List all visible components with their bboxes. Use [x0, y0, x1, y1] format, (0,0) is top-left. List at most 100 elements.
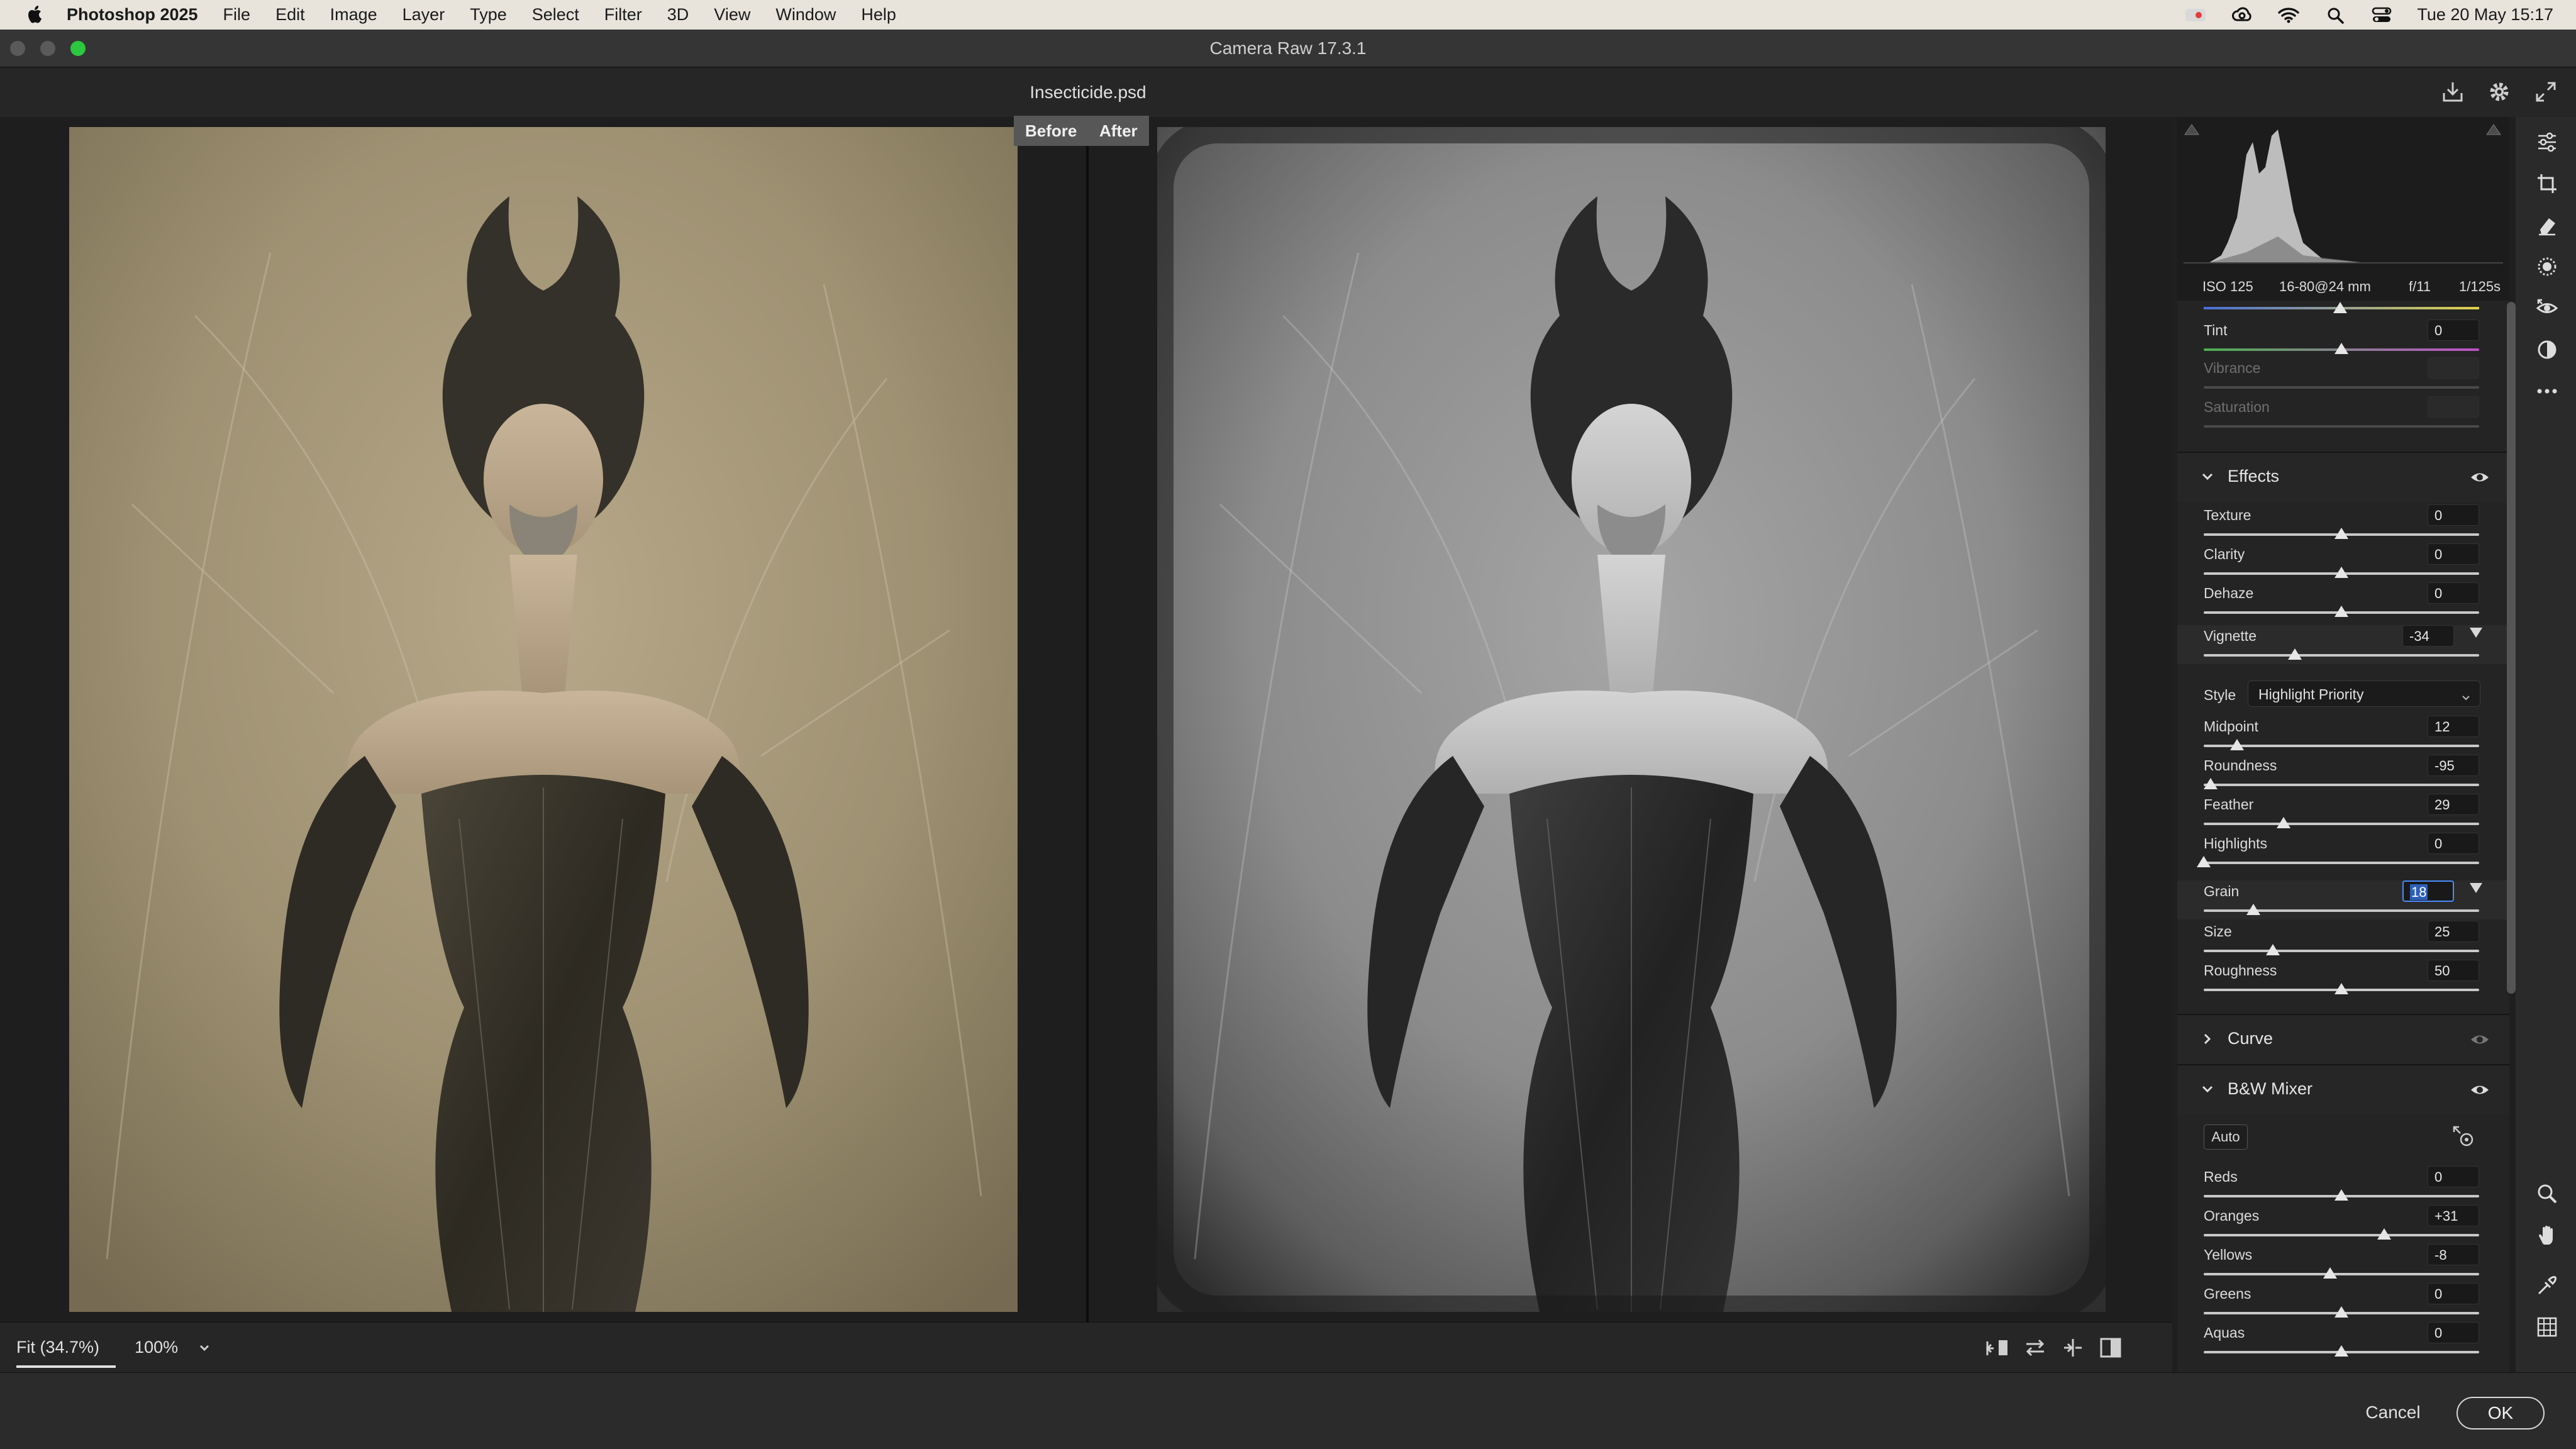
slider-thumb[interactable] [2334, 1189, 2348, 1201]
zoom-100-button[interactable]: 100% [135, 1338, 178, 1357]
slider-value-field[interactable]: 12 [2428, 716, 2479, 737]
slider-track[interactable] [2204, 1273, 2479, 1275]
slider-oranges[interactable]: Oranges +31 [2177, 1205, 2509, 1244]
window-minimize-button[interactable] [40, 41, 55, 56]
slider-track[interactable] [2204, 784, 2479, 786]
slider-value-field[interactable]: 0 [2428, 1322, 2479, 1343]
slider-value-field[interactable]: 50 [2428, 960, 2479, 981]
eraser-heal-icon[interactable] [2533, 211, 2561, 239]
menu-3d[interactable]: 3D [667, 5, 689, 25]
slider-value-field[interactable]: 0 [2428, 543, 2479, 565]
slider-thumb[interactable] [2265, 944, 2280, 955]
chevron-right-icon[interactable] [2200, 1031, 2215, 1046]
slider-value-field[interactable]: 0 [2428, 504, 2479, 526]
grid-overlay-icon[interactable] [2533, 1313, 2561, 1341]
menu-window[interactable]: Window [775, 5, 836, 25]
slider-value-field[interactable]: 0 [2428, 1166, 2479, 1187]
slider-thumb[interactable] [2323, 1267, 2338, 1279]
slider-dehaze[interactable]: Dehaze 0 [2177, 582, 2509, 621]
slider-thumb[interactable] [2197, 856, 2211, 867]
eye-visibility-icon[interactable] [2469, 468, 2490, 487]
ok-button[interactable]: OK [2457, 1397, 2545, 1430]
zoom-fit-button[interactable]: Fit (34.7%) [16, 1323, 116, 1373]
slider-thumb[interactable] [2334, 606, 2348, 617]
spotlight-search-icon[interactable] [2324, 6, 2346, 25]
more-options-icon[interactable] [2533, 377, 2561, 405]
white-balance-eyedropper-icon[interactable] [2533, 1272, 2561, 1299]
slider-value-field[interactable]: +31 [2428, 1205, 2479, 1226]
slider-midpoint[interactable]: Midpoint 12 [2177, 716, 2509, 755]
chevron-down-icon[interactable] [2200, 1082, 2215, 1097]
slider-thumb[interactable] [2277, 817, 2291, 828]
slider-value-field[interactable]: 25 [2428, 921, 2479, 942]
section-curve[interactable]: Curve [2177, 1014, 2509, 1064]
slider-yellows[interactable]: Yellows -8 [2177, 1244, 2509, 1283]
slider-tint[interactable]: Tint 0 [2177, 319, 2509, 358]
slider-value-field[interactable]: 18 [2402, 880, 2454, 902]
swap-settings-icon[interactable] [2020, 1333, 2050, 1363]
highlight-clipping-icon[interactable] [2485, 122, 2502, 139]
copy-settings-icon[interactable] [2058, 1333, 2088, 1363]
slider-track[interactable] [2204, 862, 2479, 864]
slider-grain-roughness[interactable]: Roughness 50 [2177, 960, 2509, 999]
window-zoom-button[interactable] [70, 41, 86, 56]
slider-value-field[interactable]: 0 [2428, 582, 2479, 604]
slider-thumb[interactable] [2203, 778, 2218, 789]
creative-cloud-icon[interactable] [2231, 6, 2253, 25]
screen-record-icon[interactable] [2184, 6, 2207, 25]
shadow-clipping-icon[interactable] [2184, 122, 2200, 139]
slider-aquas[interactable]: Aquas 0 [2177, 1322, 2509, 1361]
slider-track[interactable] [2204, 909, 2479, 912]
masking-icon[interactable] [2533, 253, 2561, 280]
temp-thumb[interactable] [2333, 302, 2347, 313]
settings-gear-icon[interactable] [2484, 77, 2514, 107]
cancel-button[interactable]: Cancel [2352, 1397, 2434, 1428]
slider-highlights[interactable]: Highlights 0 [2177, 833, 2509, 872]
menubar-clock[interactable]: Tue 20 May 15:17 [2417, 5, 2553, 25]
slider-value-field[interactable]: 0 [2428, 833, 2479, 854]
slider-thumb[interactable] [2287, 648, 2302, 660]
slider-track[interactable] [2204, 950, 2479, 952]
menu-edit[interactable]: Edit [275, 5, 305, 25]
after-image[interactable] [1157, 127, 2106, 1312]
slider-roundness[interactable]: Roundness -95 [2177, 755, 2509, 794]
bw-auto-button[interactable]: Auto [2204, 1124, 2248, 1150]
slider-thumb[interactable] [2334, 343, 2348, 354]
slider-grain[interactable]: Grain 18 [2177, 880, 2509, 919]
menu-layer[interactable]: Layer [402, 5, 445, 25]
slider-greens[interactable]: Greens 0 [2177, 1283, 2509, 1322]
grain-options-icon[interactable] [2470, 883, 2482, 893]
slider-reds[interactable]: Reds 0 [2177, 1166, 2509, 1205]
vignette-style-select[interactable]: Highlight Priority [2248, 680, 2480, 707]
menu-image[interactable]: Image [330, 5, 377, 25]
app-name-menu[interactable]: Photoshop 2025 [67, 5, 198, 25]
menu-file[interactable]: File [223, 5, 251, 25]
controls-scroll-area[interactable]: Tint 0 Vibrance Saturation Effects Textu… [2177, 301, 2509, 1449]
edit-sliders-icon[interactable] [2533, 128, 2561, 156]
slider-track[interactable] [2204, 654, 2479, 657]
section-effects[interactable]: Effects [2177, 452, 2509, 502]
red-eye-icon[interactable] [2533, 294, 2561, 322]
menu-view[interactable]: View [714, 5, 750, 25]
zoom-tool-icon[interactable] [2533, 1180, 2561, 1208]
menu-filter[interactable]: Filter [604, 5, 642, 25]
slider-feather[interactable]: Feather 29 [2177, 794, 2509, 833]
slider-grain-size[interactable]: Size 25 [2177, 921, 2509, 960]
slider-clarity[interactable]: Clarity 0 [2177, 543, 2509, 582]
slider-value-field[interactable]: 0 [2428, 319, 2479, 341]
slider-value-field[interactable]: 0 [2428, 1283, 2479, 1304]
slider-thumb[interactable] [2229, 739, 2244, 750]
vignette-options-icon[interactable] [2470, 628, 2482, 638]
slider-texture[interactable]: Texture 0 [2177, 504, 2509, 543]
slider-vignette[interactable]: Vignette -34 [2177, 625, 2509, 664]
control-center-icon[interactable] [2370, 6, 2393, 25]
slider-track[interactable] [2204, 745, 2479, 747]
toggle-compare-icon[interactable] [2096, 1333, 2126, 1363]
slider-thumb[interactable] [2377, 1228, 2391, 1240]
slider-thumb[interactable] [2246, 904, 2260, 915]
window-close-button[interactable] [10, 41, 25, 56]
slider-value-field[interactable]: -34 [2402, 625, 2454, 647]
section-bw-mixer[interactable]: B&W Mixer [2177, 1064, 2509, 1114]
save-image-icon[interactable] [2438, 77, 2468, 107]
full-screen-icon[interactable] [2531, 77, 2561, 107]
